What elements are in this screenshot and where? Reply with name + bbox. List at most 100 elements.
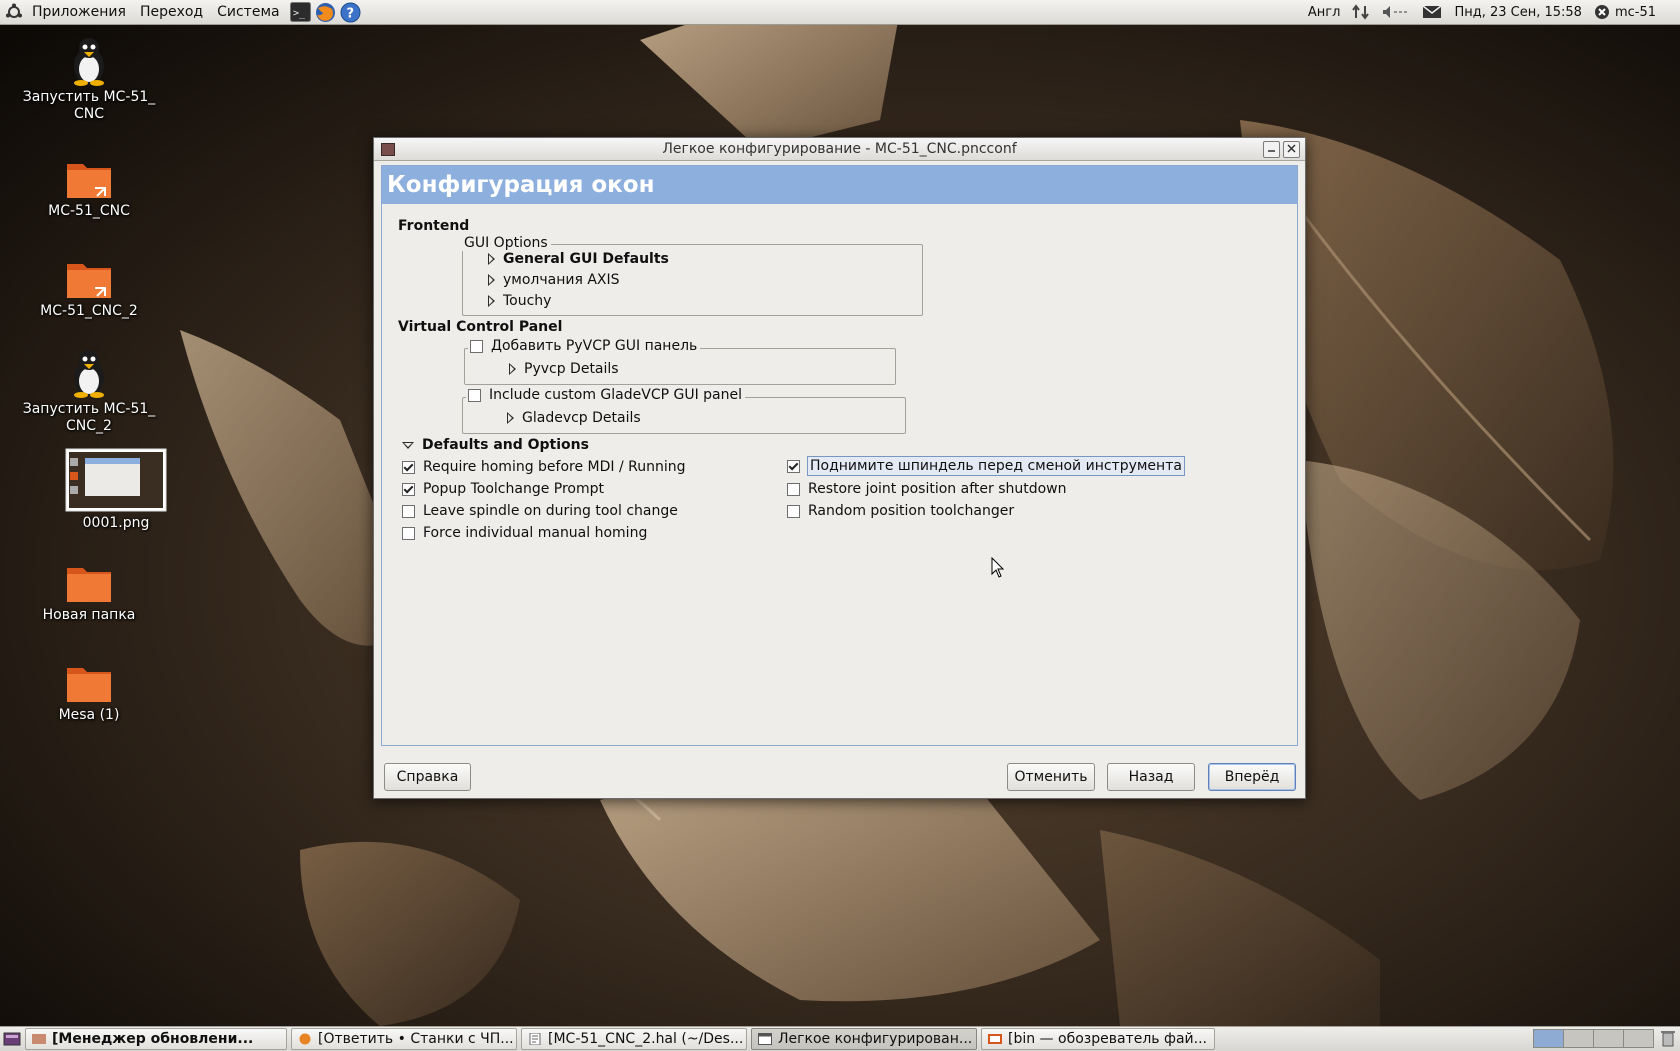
option-checkbox[interactable] <box>402 482 415 496</box>
workspace-2[interactable] <box>1563 1029 1594 1048</box>
minimize-button[interactable] <box>1263 141 1280 158</box>
option-label: Require homing before MDI / Running <box>423 459 686 475</box>
back-button[interactable]: Назад <box>1107 763 1195 791</box>
option-random-toolchanger[interactable]: Random position toolchanger <box>787 503 1014 519</box>
network-updown-icon[interactable] <box>1346 4 1376 20</box>
desktop-icon-launch-mc51-cnc[interactable]: Запустить MC-51_ CNC <box>14 34 164 123</box>
option-label: Popup Toolchange Prompt <box>423 481 604 497</box>
desktop-icon-label: 0001.png <box>82 515 150 531</box>
file-browser-icon <box>988 1034 1002 1044</box>
terminal-launcher-icon[interactable]: >_ <box>290 1 312 23</box>
expander-axis-defaults[interactable]: умолчания AXIS <box>488 272 620 288</box>
pyvcp-checkbox-box[interactable] <box>470 339 483 353</box>
expander-label: Touchy <box>503 293 552 309</box>
vcp-section-title: Virtual Control Panel <box>398 319 563 335</box>
expander-arrow-icon <box>507 412 514 424</box>
expander-defaults-and-options[interactable]: Defaults and Options <box>402 437 589 453</box>
workspace-1[interactable] <box>1533 1029 1564 1048</box>
task-label: Легкое конфигурирован... <box>778 1031 973 1047</box>
expander-general-gui-defaults[interactable]: General GUI Defaults <box>488 251 669 267</box>
firefox-icon <box>299 1033 311 1045</box>
trash-icon[interactable] <box>1661 1030 1675 1047</box>
expander-label: General GUI Defaults <box>503 251 669 267</box>
menu-system[interactable]: Система <box>210 0 286 24</box>
desktop-icon-mc51-cnc[interactable]: MC-51_CNC <box>14 148 164 220</box>
option-leave-spindle-on[interactable]: Leave spindle on during tool change <box>402 503 678 519</box>
task-easy-config[interactable]: Легкое конфигурирован... <box>751 1028 977 1050</box>
distro-logo-icon[interactable] <box>3 1 25 23</box>
cancel-button[interactable]: Отменить <box>1007 763 1095 791</box>
task-firefox-reply[interactable]: [Ответить • Станки с ЧП... <box>291 1028 517 1050</box>
expander-gladevcp-details[interactable]: Gladevcp Details <box>507 410 641 426</box>
menu-applications[interactable]: Приложения <box>25 0 133 24</box>
desktop-icon-new-folder[interactable]: Новая папка <box>14 552 164 624</box>
option-checkbox[interactable] <box>787 482 800 496</box>
window-icon <box>758 1033 772 1045</box>
option-label: Поднимите шпиндель перед сменой инструме… <box>807 456 1185 476</box>
pyvcp-checkbox-label: Добавить PyVCP GUI панель <box>491 338 698 354</box>
mail-icon[interactable] <box>1416 5 1448 19</box>
desktop-icon-label: Новая папка <box>42 607 136 623</box>
desktop-icon-label: MC-51_CNC <box>48 203 130 219</box>
volume-icon[interactable] <box>1376 5 1416 19</box>
task-file-browser[interactable]: [bin — обозреватель фай... <box>981 1028 1215 1050</box>
show-desktop-icon[interactable] <box>3 1031 21 1047</box>
expander-arrow-icon <box>509 363 516 375</box>
expander-label: Defaults and Options <box>422 437 589 453</box>
option-force-individual-homing[interactable]: Force individual manual homing <box>402 525 647 541</box>
penguin-icon <box>14 346 164 398</box>
close-button[interactable] <box>1283 141 1300 158</box>
gladevcp-checkbox[interactable]: Include custom GladeVCP GUI panel <box>466 387 745 403</box>
option-checkbox[interactable] <box>402 504 415 518</box>
option-label: Force individual manual homing <box>423 525 648 541</box>
penguin-icon <box>14 34 164 86</box>
gladevcp-checkbox-box[interactable] <box>468 388 481 402</box>
window-titlebar[interactable]: Легкое конфигурирование - MC-51_CNC.pncc… <box>374 138 1305 161</box>
expander-arrow-icon <box>402 441 414 449</box>
task-label: [Менеджер обновлени... <box>52 1031 254 1047</box>
expander-touchy[interactable]: Touchy <box>488 293 551 309</box>
window-menu-icon[interactable] <box>381 143 395 156</box>
workspace-switcher <box>1533 1029 1654 1048</box>
option-require-homing[interactable]: Require homing before MDI / Running <box>402 459 686 475</box>
folder-icon <box>14 552 164 604</box>
config-window: Легкое конфигурирование - MC-51_CNC.pncc… <box>373 137 1306 799</box>
option-checkbox[interactable] <box>787 504 800 518</box>
desktop-icon-0001-png[interactable]: 0001.png <box>41 448 191 532</box>
folder-link-icon <box>14 248 164 300</box>
help-button[interactable]: Справка <box>384 763 471 791</box>
desktop-icon-label: Mesa (1) <box>58 707 120 723</box>
option-checkbox[interactable] <box>787 459 800 473</box>
desktop-icon-mesa-1[interactable]: Mesa (1) <box>14 652 164 724</box>
page-header: Конфигурация окон <box>382 166 1297 204</box>
folder-link-icon <box>14 148 164 200</box>
option-label: Restore joint position after shutdown <box>808 481 1067 497</box>
help-launcher-icon[interactable]: ? <box>340 1 362 23</box>
option-checkbox[interactable] <box>402 460 415 474</box>
pyvcp-checkbox[interactable]: Добавить PyVCP GUI панель <box>468 338 701 354</box>
task-update-manager[interactable]: [Менеджер обновлени... <box>25 1028 287 1050</box>
desktop-icon-launch-mc51-cnc-2[interactable]: Запустить MC-51_ CNC_2 <box>14 346 164 435</box>
option-raise-spindle[interactable]: Поднимите шпиндель перед сменой инструме… <box>787 456 1185 476</box>
expander-label: Pyvcp Details <box>524 361 619 377</box>
user-menu[interactable]: mc-51 <box>1588 4 1680 20</box>
menu-places[interactable]: Переход <box>133 0 210 24</box>
firefox-launcher-icon[interactable] <box>315 1 337 23</box>
minimize-icon <box>1268 150 1275 152</box>
keyboard-layout-indicator[interactable]: Англ <box>1302 5 1347 20</box>
workspace-4[interactable] <box>1623 1029 1654 1048</box>
workspace-3[interactable] <box>1593 1029 1624 1048</box>
forward-button[interactable]: Вперёд <box>1208 763 1296 791</box>
svg-text:?: ? <box>347 6 355 21</box>
option-popup-toolchange[interactable]: Popup Toolchange Prompt <box>402 481 604 497</box>
clock[interactable]: Пнд, 23 Сен, 15:58 <box>1448 5 1588 20</box>
expander-arrow-icon <box>488 253 495 265</box>
desktop-icon-label: Запустить MC-51_ CNC_2 <box>22 401 156 434</box>
option-checkbox[interactable] <box>402 526 415 540</box>
svg-text:>_: >_ <box>293 8 306 19</box>
desktop-icon-mc51-cnc-2[interactable]: MC-51_CNC_2 <box>14 248 164 320</box>
option-restore-joint-position[interactable]: Restore joint position after shutdown <box>787 481 1067 497</box>
expander-pyvcp-details[interactable]: Pyvcp Details <box>509 361 619 377</box>
desktop-icon-label: MC-51_CNC_2 <box>40 303 138 319</box>
task-hal-editor[interactable]: [MC-51_CNC_2.hal (~/Des... <box>521 1028 747 1050</box>
